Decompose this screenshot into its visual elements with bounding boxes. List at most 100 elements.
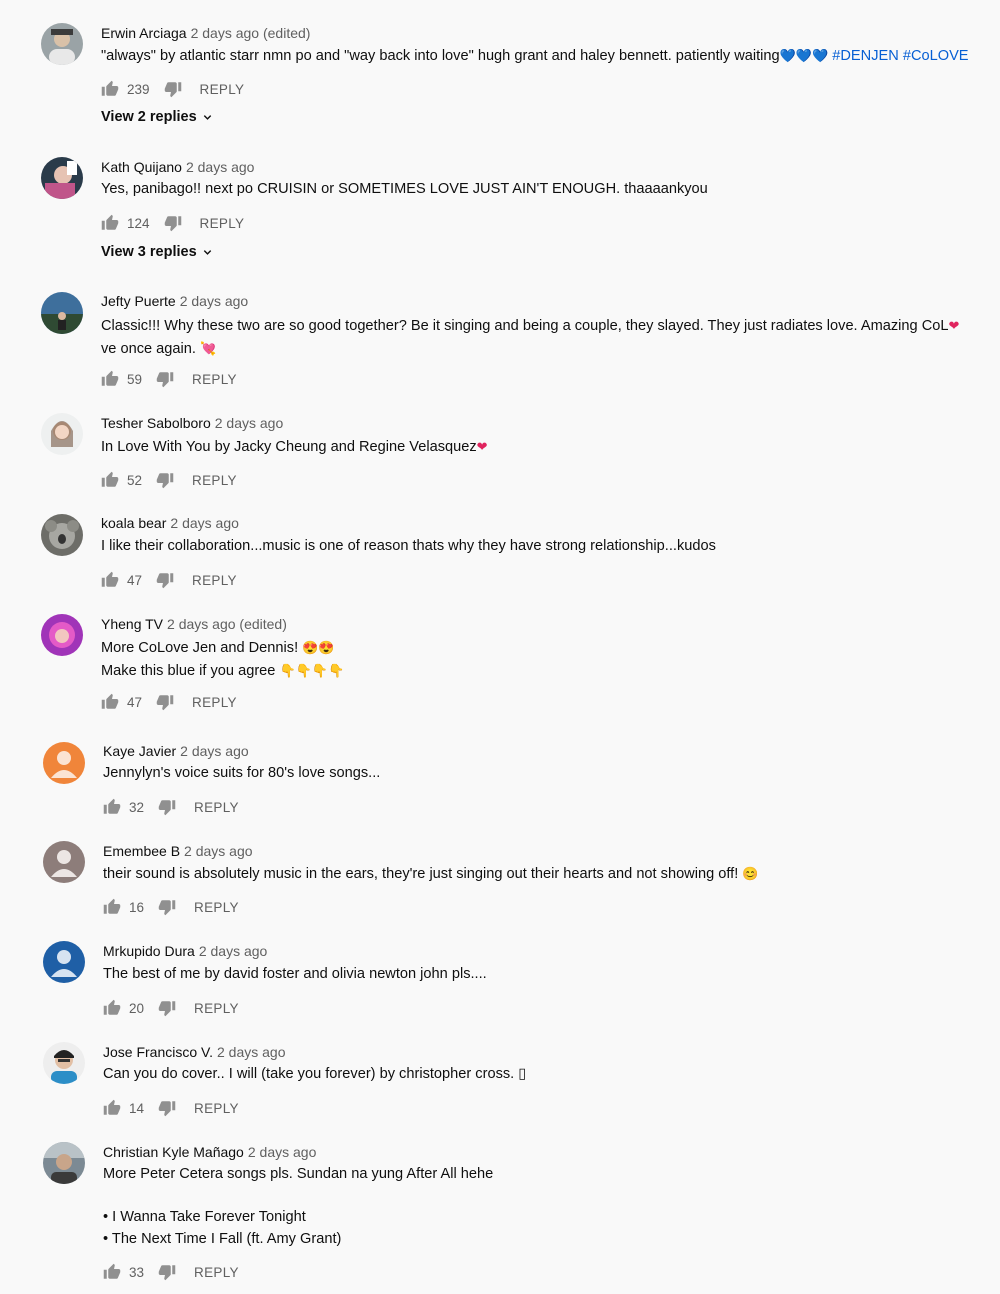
thumb-down-icon[interactable] <box>164 80 182 98</box>
reply-button[interactable]: REPLY <box>200 216 245 231</box>
comment-header: Tesher Sabolboro 2 days ago <box>101 414 283 432</box>
thumb-down-icon[interactable] <box>156 571 174 589</box>
hashtag-link[interactable]: #DENJEN #CoLOVE <box>832 48 968 64</box>
thumb-down-icon[interactable] <box>158 798 176 816</box>
like-count: 47 <box>127 694 143 710</box>
comment-actions: 33 REPLY <box>103 1262 239 1282</box>
thumb-down-icon[interactable] <box>156 471 174 489</box>
comment-header: Christian Kyle Mañago 2 days ago <box>103 1143 316 1161</box>
thumb-up-icon[interactable] <box>101 471 119 489</box>
avatar[interactable] <box>43 1042 85 1084</box>
thumb-down-icon[interactable] <box>158 898 176 916</box>
avatar[interactable] <box>41 614 83 656</box>
avatar[interactable] <box>43 841 85 883</box>
comment-author[interactable]: Emembee B <box>103 843 180 859</box>
like-count: 47 <box>127 572 143 588</box>
thumb-down-icon[interactable] <box>164 214 182 232</box>
comment-author[interactable]: Christian Kyle Mañago <box>103 1144 244 1160</box>
comment-header: Jefty Puerte 2 days ago <box>101 292 248 310</box>
avatar[interactable] <box>43 742 85 784</box>
comment-timestamp[interactable]: 2 days ago <box>184 843 253 859</box>
heart-emoji: 💙💙💙 <box>779 48 829 63</box>
thumb-down-icon[interactable] <box>156 693 174 711</box>
avatar[interactable] <box>41 514 83 556</box>
avatar-icon <box>43 1142 85 1184</box>
comment-text: their sound is absolutely music in the e… <box>103 866 759 882</box>
chevron-down-icon <box>202 247 213 258</box>
avatar-icon <box>41 413 83 455</box>
thumb-down-icon[interactable] <box>158 1099 176 1117</box>
reply-button[interactable]: REPLY <box>194 1265 239 1280</box>
comment-timestamp[interactable]: 2 days ago (edited) <box>191 25 311 41</box>
comment-author[interactable]: Yheng TV <box>101 616 163 632</box>
reply-button[interactable]: REPLY <box>192 372 237 387</box>
comment-timestamp[interactable]: 2 days ago <box>199 943 268 959</box>
thumb-up-icon[interactable] <box>101 571 119 589</box>
comment-author[interactable]: koala bear <box>101 515 166 531</box>
thumb-up-icon[interactable] <box>101 80 119 98</box>
comment-text: More CoLove Jen and Dennis! 😍😍 Make this… <box>101 640 345 679</box>
comment-header: Kaye Javier 2 days ago <box>103 742 249 760</box>
comment-timestamp[interactable]: 2 days ago <box>248 1144 317 1160</box>
reply-button[interactable]: REPLY <box>194 1001 239 1016</box>
thumb-down-icon[interactable] <box>156 370 174 388</box>
thumb-up-icon[interactable] <box>103 999 121 1017</box>
view-replies-button[interactable]: View 3 replies <box>101 244 213 260</box>
comment-author[interactable]: Erwin Arciaga <box>101 25 187 41</box>
reply-button[interactable]: REPLY <box>200 82 245 97</box>
thumb-up-icon[interactable] <box>101 370 119 388</box>
comment-author[interactable]: Tesher Sabolboro <box>101 415 211 431</box>
thumb-up-icon[interactable] <box>101 693 119 711</box>
comment-author[interactable]: Kaye Javier <box>103 743 176 759</box>
comment-author[interactable]: Kath Quijano <box>101 159 182 175</box>
thumb-up-icon[interactable] <box>103 1099 121 1117</box>
list-item: • I Wanna Take Forever Tonight <box>103 1209 306 1225</box>
avatar-icon <box>41 514 83 556</box>
heart-emoji: ❤ <box>948 318 960 333</box>
avatar-icon <box>41 157 83 199</box>
thumb-down-icon[interactable] <box>158 999 176 1017</box>
reply-button[interactable]: REPLY <box>192 695 237 710</box>
comment-actions: 47 REPLY <box>101 692 237 712</box>
comment-author[interactable]: Mrkupido Dura <box>103 943 195 959</box>
avatar[interactable] <box>41 23 83 65</box>
comment-timestamp[interactable]: 2 days ago <box>180 293 249 309</box>
avatar[interactable] <box>41 292 83 334</box>
comment-timestamp[interactable]: 2 days ago <box>180 743 249 759</box>
comment-author[interactable]: Jefty Puerte <box>101 293 176 309</box>
heart-emoji: 💘 <box>200 340 217 356</box>
thumb-up-icon[interactable] <box>101 214 119 232</box>
comment-actions: 124 REPLY <box>101 213 244 233</box>
thumb-up-icon[interactable] <box>103 898 121 916</box>
reply-button[interactable]: REPLY <box>194 900 239 915</box>
comment-header: Jose Francisco V. 2 days ago <box>103 1043 285 1061</box>
avatar-icon <box>43 941 85 983</box>
reply-button[interactable]: REPLY <box>194 1101 239 1116</box>
comment-timestamp[interactable]: 2 days ago (edited) <box>167 616 287 632</box>
reply-button[interactable]: REPLY <box>194 800 239 815</box>
avatar[interactable] <box>43 1142 85 1184</box>
reply-button[interactable]: REPLY <box>192 573 237 588</box>
reply-button[interactable]: REPLY <box>192 473 237 488</box>
comment-timestamp[interactable]: 2 days ago <box>215 415 284 431</box>
view-replies-button[interactable]: View 2 replies <box>101 109 213 125</box>
like-count: 20 <box>129 1000 145 1016</box>
avatar[interactable] <box>43 941 85 983</box>
comment-header: Kath Quijano 2 days ago <box>101 158 254 176</box>
avatar-icon <box>41 23 83 65</box>
avatar[interactable] <box>41 157 83 199</box>
comment-timestamp[interactable]: 2 days ago <box>186 159 255 175</box>
like-count: 16 <box>129 899 145 915</box>
thumb-up-icon[interactable] <box>103 798 121 816</box>
thumb-up-icon[interactable] <box>103 1263 121 1281</box>
avatar[interactable] <box>41 413 83 455</box>
comment-header: koala bear 2 days ago <box>101 514 239 532</box>
comment-author[interactable]: Jose Francisco V. <box>103 1044 213 1060</box>
thumb-down-icon[interactable] <box>158 1263 176 1281</box>
avatar-icon <box>43 742 85 784</box>
comment-actions: 239 REPLY <box>101 79 244 99</box>
comment-timestamp[interactable]: 2 days ago <box>217 1044 286 1060</box>
comment-text: Jennylyn's voice suits for 80's love son… <box>103 765 381 781</box>
comment-timestamp[interactable]: 2 days ago <box>170 515 239 531</box>
pointing-emoji: 👇👇👇👇 <box>279 662 345 678</box>
